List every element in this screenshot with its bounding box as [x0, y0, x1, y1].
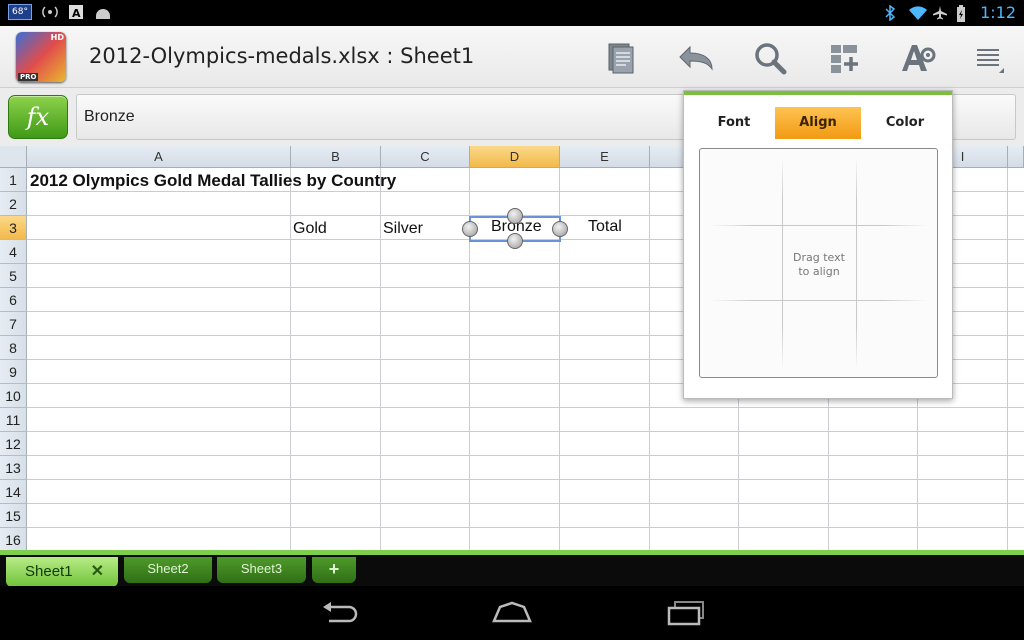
tab-align[interactable]: Align [775, 107, 861, 139]
column-header-j[interactable] [1008, 146, 1024, 168]
function-button[interactable]: fx [8, 95, 68, 139]
font-app-icon: A [68, 4, 84, 20]
alignment-guide [710, 225, 927, 226]
status-bar: 68° A 1:12 [0, 0, 1024, 26]
svg-text:A: A [72, 7, 81, 20]
selection-handle-top[interactable] [507, 208, 523, 224]
document-icon [608, 43, 634, 74]
recent-apps-button[interactable] [662, 598, 710, 628]
row-header-1[interactable]: 1 [0, 168, 27, 192]
row-header-5[interactable]: 5 [0, 264, 27, 288]
clock: 1:12 [980, 3, 1016, 22]
alignment-drop-area[interactable]: Drag text to align [699, 148, 938, 378]
document-title: 2012-Olympics-medals.xlsx : Sheet1 [89, 44, 475, 68]
selection-handle-left[interactable] [462, 221, 478, 237]
row-header-16[interactable]: 16 [0, 528, 27, 550]
row-header-3[interactable]: 3 [0, 216, 27, 240]
status-right: 1:12 [884, 3, 1016, 22]
sheet-tab-bar: Sheet1 ✕ Sheet2 Sheet3 + [0, 550, 1024, 587]
sheet-tab-label: Sheet1 [25, 563, 73, 580]
cell-c3[interactable]: Silver [383, 220, 423, 238]
column-header-e[interactable]: E [560, 146, 650, 168]
format-text-icon [902, 45, 936, 71]
undo-button[interactable] [676, 38, 716, 78]
overflow-menu-button[interactable] [968, 38, 1008, 78]
row-header-12[interactable]: 12 [0, 432, 27, 456]
navigation-bar [0, 586, 1024, 640]
action-bar: HD PRO 2012-Olympics-medals.xlsx : Sheet… [0, 26, 1024, 88]
cell-b3[interactable]: Gold [293, 220, 327, 238]
row-header-14[interactable]: 14 [0, 480, 27, 504]
gridline [27, 407, 1024, 408]
gridline [27, 479, 1024, 480]
insert-button[interactable] [824, 38, 864, 78]
close-sheet-icon[interactable]: ✕ [91, 557, 104, 587]
gridline [27, 431, 1024, 432]
row-header-13[interactable]: 13 [0, 456, 27, 480]
popup-accent-line [684, 91, 952, 95]
hotspot-icon [42, 4, 58, 20]
row-header-7[interactable]: 7 [0, 312, 27, 336]
row-header-10[interactable]: 10 [0, 384, 27, 408]
gridline [1007, 168, 1008, 550]
row-header-4[interactable]: 4 [0, 240, 27, 264]
drag-hint-line-2: to align [798, 265, 840, 278]
gridline [27, 503, 1024, 504]
select-all-corner[interactable] [0, 146, 27, 168]
android-debug-icon [94, 4, 110, 20]
gridline [380, 168, 381, 550]
alignment-guide [710, 300, 927, 301]
airplane-icon [932, 5, 948, 21]
column-header-b[interactable]: B [291, 146, 381, 168]
gridline [290, 168, 291, 550]
app-logo[interactable]: HD PRO [16, 32, 66, 82]
column-header-d[interactable]: D [470, 146, 560, 168]
row-header-15[interactable]: 15 [0, 504, 27, 528]
status-left: 68° A [8, 4, 110, 20]
selection-handle-bottom[interactable] [507, 233, 523, 249]
undo-icon [679, 45, 713, 71]
row-header-6[interactable]: 6 [0, 288, 27, 312]
column-header-c[interactable]: C [381, 146, 470, 168]
insert-cells-icon [831, 45, 858, 73]
format-popup: Font Align Color Drag text to align [683, 90, 953, 399]
gridline [27, 455, 1024, 456]
column-header-a[interactable]: A [27, 146, 291, 168]
recent-apps-icon [667, 601, 704, 626]
row-header-11[interactable]: 11 [0, 408, 27, 432]
add-sheet-button[interactable]: + [312, 557, 356, 583]
back-button[interactable] [315, 598, 363, 628]
gridline [649, 168, 650, 550]
gridline [27, 527, 1024, 528]
bluetooth-icon [884, 4, 900, 21]
search-icon [755, 43, 787, 75]
battery-charging-icon [956, 4, 972, 22]
sheet-tab-2[interactable]: Sheet2 [124, 557, 212, 583]
weather-badge: 68° [8, 4, 32, 20]
row-header-2[interactable]: 2 [0, 192, 27, 216]
home-icon [492, 601, 532, 623]
drag-hint: Drag text to align [780, 251, 858, 279]
sheet-tab-3[interactable]: Sheet3 [217, 557, 306, 583]
search-button[interactable] [750, 38, 790, 78]
tab-font[interactable]: Font [696, 107, 772, 139]
home-button[interactable] [488, 598, 536, 628]
logo-pro-label: PRO [18, 73, 39, 81]
logo-hd-label: HD [50, 33, 64, 42]
menu-icon [977, 49, 1004, 73]
cell-e3[interactable]: Total [588, 218, 622, 236]
wifi-icon [908, 5, 928, 21]
sheet-tab-1[interactable]: Sheet1 ✕ [6, 557, 118, 587]
selection-handle-right[interactable] [552, 221, 568, 237]
row-header-8[interactable]: 8 [0, 336, 27, 360]
drag-hint-line-1: Drag text [793, 251, 845, 264]
row-header-9[interactable]: 9 [0, 360, 27, 384]
file-menu-button[interactable] [600, 38, 640, 78]
back-icon [323, 602, 358, 623]
cell-a1[interactable]: 2012 Olympics Gold Medal Tallies by Coun… [30, 171, 396, 191]
format-button[interactable] [898, 38, 938, 78]
tab-color[interactable]: Color [864, 107, 946, 139]
